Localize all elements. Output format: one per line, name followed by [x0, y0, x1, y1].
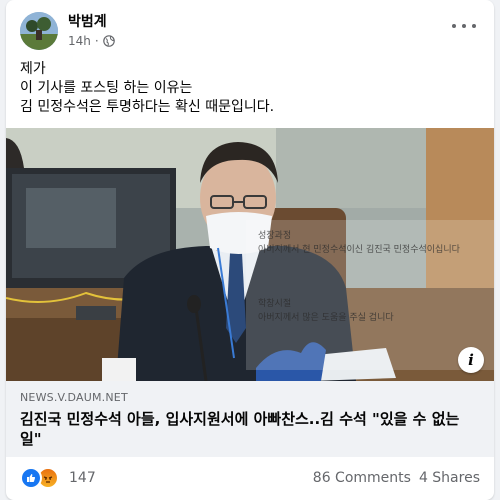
overlay-heading: 학창시절 [258, 299, 292, 309]
overlay-text: 아버지께서 많은 도움을 주실 겁니다 [258, 313, 394, 323]
post-text-line: 이 기사를 포스팅 하는 이유는 [20, 80, 193, 96]
link-domain: NEWS.V.DAUM.NET [20, 391, 128, 404]
comments-count[interactable]: 86 Comments [313, 470, 411, 486]
link-title[interactable]: 김진국 민정수석 아들, 입사지원서에 아빠찬스..김 수석 "있을 수 없는 … [20, 409, 482, 449]
info-icon[interactable]: i [458, 347, 484, 373]
post-meta: 14h · [68, 34, 115, 48]
engagement-stats: 86 Comments 4 Shares [313, 470, 480, 486]
reaction-count: 147 [69, 470, 96, 486]
author-name[interactable]: 박범계 [68, 11, 107, 31]
post-text-line: 김 민정수석은 투명하다는 확신 때문입니다. [20, 99, 275, 115]
more-options-icon[interactable] [452, 18, 476, 34]
post-card: 박범계 14h · 제가 이 기사를 포스팅 하는 이유는 김 민정수석은 투명… [6, 0, 494, 500]
link-preview-image[interactable]: 성장과정 아버지께서 현 민정수석이신 김진국 민정수석이십니다 학창시절 아버… [6, 128, 494, 381]
post-footer: 147 86 Comments 4 Shares [6, 458, 494, 500]
author-avatar[interactable] [20, 12, 58, 50]
post-text-line: 제가 [20, 61, 46, 77]
overlay-text: 아버지께서 현 민정수석이신 김진국 민정수석이십니다 [258, 245, 460, 255]
post-text: 제가 이 기사를 포스팅 하는 이유는 김 민정수석은 투명하다는 확신 때문입… [20, 60, 480, 117]
post-header: 박범계 14h · [6, 0, 494, 60]
overlay-heading: 성장과정 [258, 231, 292, 241]
post-time[interactable]: 14h [68, 34, 91, 48]
like-icon [20, 467, 42, 489]
shares-count[interactable]: 4 Shares [419, 470, 480, 486]
globe-icon[interactable] [102, 35, 115, 47]
reaction-summary[interactable]: 147 [20, 467, 96, 489]
link-preview[interactable]: NEWS.V.DAUM.NET 김진국 민정수석 아들, 입사지원서에 아빠찬스… [6, 381, 494, 457]
